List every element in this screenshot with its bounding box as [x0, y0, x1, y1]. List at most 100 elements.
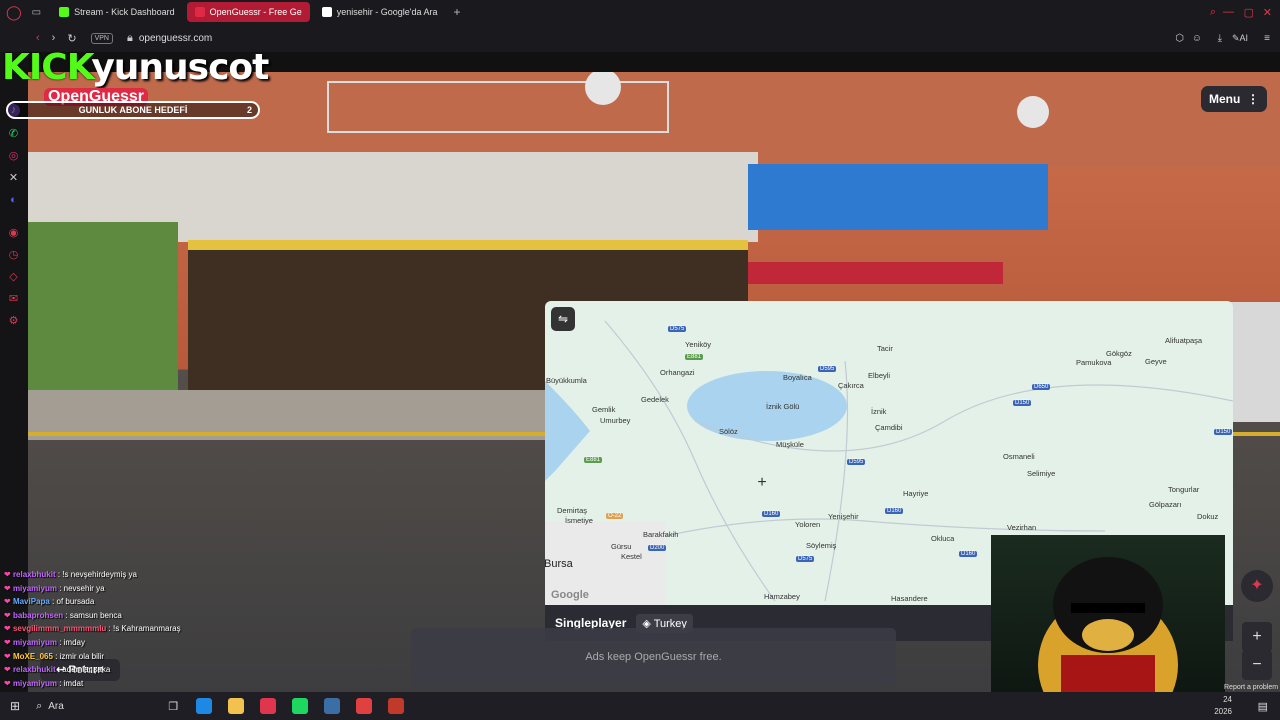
map-place-label: Demirtaş [557, 506, 588, 515]
chat-message: ❤ relaxbhukit : !s nevşehirdeymiş ya [4, 568, 304, 582]
obs-icon[interactable] [388, 698, 405, 714]
ai-button[interactable]: ✎AI [1232, 33, 1248, 44]
map-place-label: Boyalıca [783, 373, 812, 382]
new-tab-button[interactable]: + [454, 5, 461, 19]
zoom-out-button[interactable]: − [1242, 650, 1272, 680]
opera-menu-icon[interactable]: ◯ [6, 4, 22, 21]
map-place-label: Gemlik [592, 405, 616, 414]
search-icon[interactable]: ⌕ [36, 700, 42, 713]
map-place-label: Hasandere [891, 594, 928, 603]
chat-text: !s Kahramanmaraş [112, 624, 181, 634]
map-place-label: Umurbey [600, 416, 631, 425]
streamer-name: yunuscot [91, 47, 269, 88]
road-shield: D595 [847, 459, 866, 465]
map-place-label: Hamzabey [764, 592, 800, 601]
chat-username: miyamiyum [12, 637, 57, 647]
chat-message: ❤ MaviPapa : of bursada [4, 595, 304, 609]
compass-button[interactable]: ✦ [1241, 570, 1273, 602]
task-view-icon[interactable]: ❐ [168, 700, 178, 713]
settings-icon[interactable]: ⚙ [7, 315, 20, 328]
spotify-icon[interactable] [292, 698, 309, 714]
road-shield: D200 [648, 545, 667, 551]
map-place-label: Pamukova [1076, 358, 1112, 367]
maximize-icon[interactable]: ▢ [1244, 6, 1254, 19]
map-place-label: Bursa [545, 558, 573, 570]
chat-separator: : [56, 678, 64, 688]
road-shield: D595 [818, 366, 837, 372]
menu-button[interactable]: Menu ⋮ [1201, 86, 1267, 112]
sub-goal-bar: GUNLUK ABONE HEDEFİ 2 [6, 101, 260, 119]
chat-separator: : [106, 624, 113, 634]
browser-tab[interactable]: yenisehir - Google'da Ara [314, 2, 446, 22]
road-shield: O-22 [606, 513, 624, 519]
x-icon[interactable]: ✕ [7, 172, 20, 185]
chat-message: ❤ babaprohsen : samsun benca [4, 609, 304, 623]
minimize-icon[interactable]: — [1223, 6, 1234, 18]
tab-label: Stream - Kick Dashboard [74, 7, 175, 17]
report-link[interactable]: Report a problem [1224, 684, 1278, 691]
chat-badge-icon: ❤ [4, 637, 13, 647]
browser-tab[interactable]: OpenGuessr - Free Ge [186, 2, 310, 22]
notification-icon[interactable]: ▤ [1258, 700, 1268, 713]
map-place-label: Yeniköy [685, 340, 711, 349]
vpn-badge[interactable]: VPN [90, 32, 113, 44]
chat-text: nevsehir ya [63, 583, 105, 593]
tabs: Stream - Kick Dashboard OpenGuessr - Free… [51, 2, 449, 22]
taskbar-search-label[interactable]: Ara [48, 701, 168, 712]
windows-start-icon[interactable]: ⊞ [10, 699, 20, 713]
menu-icon[interactable]: ≡ [1264, 33, 1270, 44]
whatsapp-icon[interactable]: ✆ [7, 128, 20, 141]
ai-label: AI [1239, 32, 1248, 43]
edge-icon[interactable] [196, 698, 213, 714]
chat-badge-icon: ❤ [4, 583, 13, 593]
history-icon[interactable]: ◷ [7, 249, 20, 262]
steam-icon[interactable] [324, 698, 341, 714]
close-icon[interactable]: ✕ [1263, 6, 1272, 19]
map-place-label: Alifuatpaşa [1165, 336, 1203, 345]
zoom-in-button[interactable]: + [1242, 622, 1272, 652]
reload-icon[interactable]: ↻ [67, 32, 76, 45]
stream-logo: KICKyunuscot [2, 47, 269, 88]
extensions-icon[interactable]: ⬡ [1175, 33, 1184, 44]
clock-year: 2026 [1214, 707, 1232, 716]
chat-separator: : [56, 583, 64, 593]
search-icon[interactable]: ⌕ [1210, 6, 1216, 19]
map-place-label: Sölöz [719, 427, 738, 436]
compass-icon: ✦ [1250, 577, 1264, 594]
map-place-label: Müşküle [776, 440, 804, 449]
download-icon[interactable]: ⤓ [1218, 33, 1222, 44]
opera-icon[interactable] [260, 698, 277, 714]
bookmark-icon[interactable]: ◇ [7, 271, 20, 284]
tab-favicon-icon [321, 7, 332, 17]
road-shield: D575 [668, 326, 687, 332]
chat-badge-icon: ❤ [4, 570, 13, 579]
road-shield: D150 [1214, 429, 1233, 435]
files-icon[interactable] [228, 698, 245, 714]
back-icon[interactable]: ‹ [36, 32, 40, 44]
discord-icon[interactable]: ◐ [7, 194, 20, 207]
map-settings-button[interactable]: ⇋ [551, 307, 575, 331]
tab-favicon-icon [194, 7, 205, 17]
chat-text: adamlar şaka [62, 665, 111, 675]
chat-badge-icon: ❤ [4, 678, 13, 688]
profile-icon[interactable]: ☺ [1192, 33, 1202, 44]
chat-badge-icon: ❤ [4, 597, 13, 607]
tab-switcher-icon[interactable]: ▭ [32, 7, 41, 18]
map-place-label: Gürsu [611, 542, 632, 551]
browser-tab[interactable]: Stream - Kick Dashboard [51, 2, 183, 22]
forward-icon[interactable]: › [52, 32, 56, 44]
more-vertical-icon: ⋮ [1243, 92, 1260, 106]
url-field[interactable]: openguessr.com [139, 33, 212, 44]
map-place-label: Orhangazi [660, 368, 695, 377]
mail-icon[interactable]: ✉ [7, 293, 20, 306]
pinboard-icon[interactable]: ◉ [7, 227, 20, 240]
map-place-label: İsmetiye [565, 516, 593, 525]
instagram-icon[interactable]: ◎ [7, 150, 20, 163]
chat-username: MaviPapa [12, 597, 50, 607]
sub-goal-label: GUNLUK ABONE HEDEFİ [78, 105, 188, 115]
app-icon[interactable] [356, 698, 373, 714]
chat-message: ❤ miyamiyum : nevsehir ya [4, 582, 304, 596]
chat-message: ❤ miyamiyum : imdat [4, 677, 304, 691]
ad-banner: Ads keep OpenGuessr free. [411, 628, 896, 686]
map-place-label: Gökgöz [1106, 349, 1132, 358]
